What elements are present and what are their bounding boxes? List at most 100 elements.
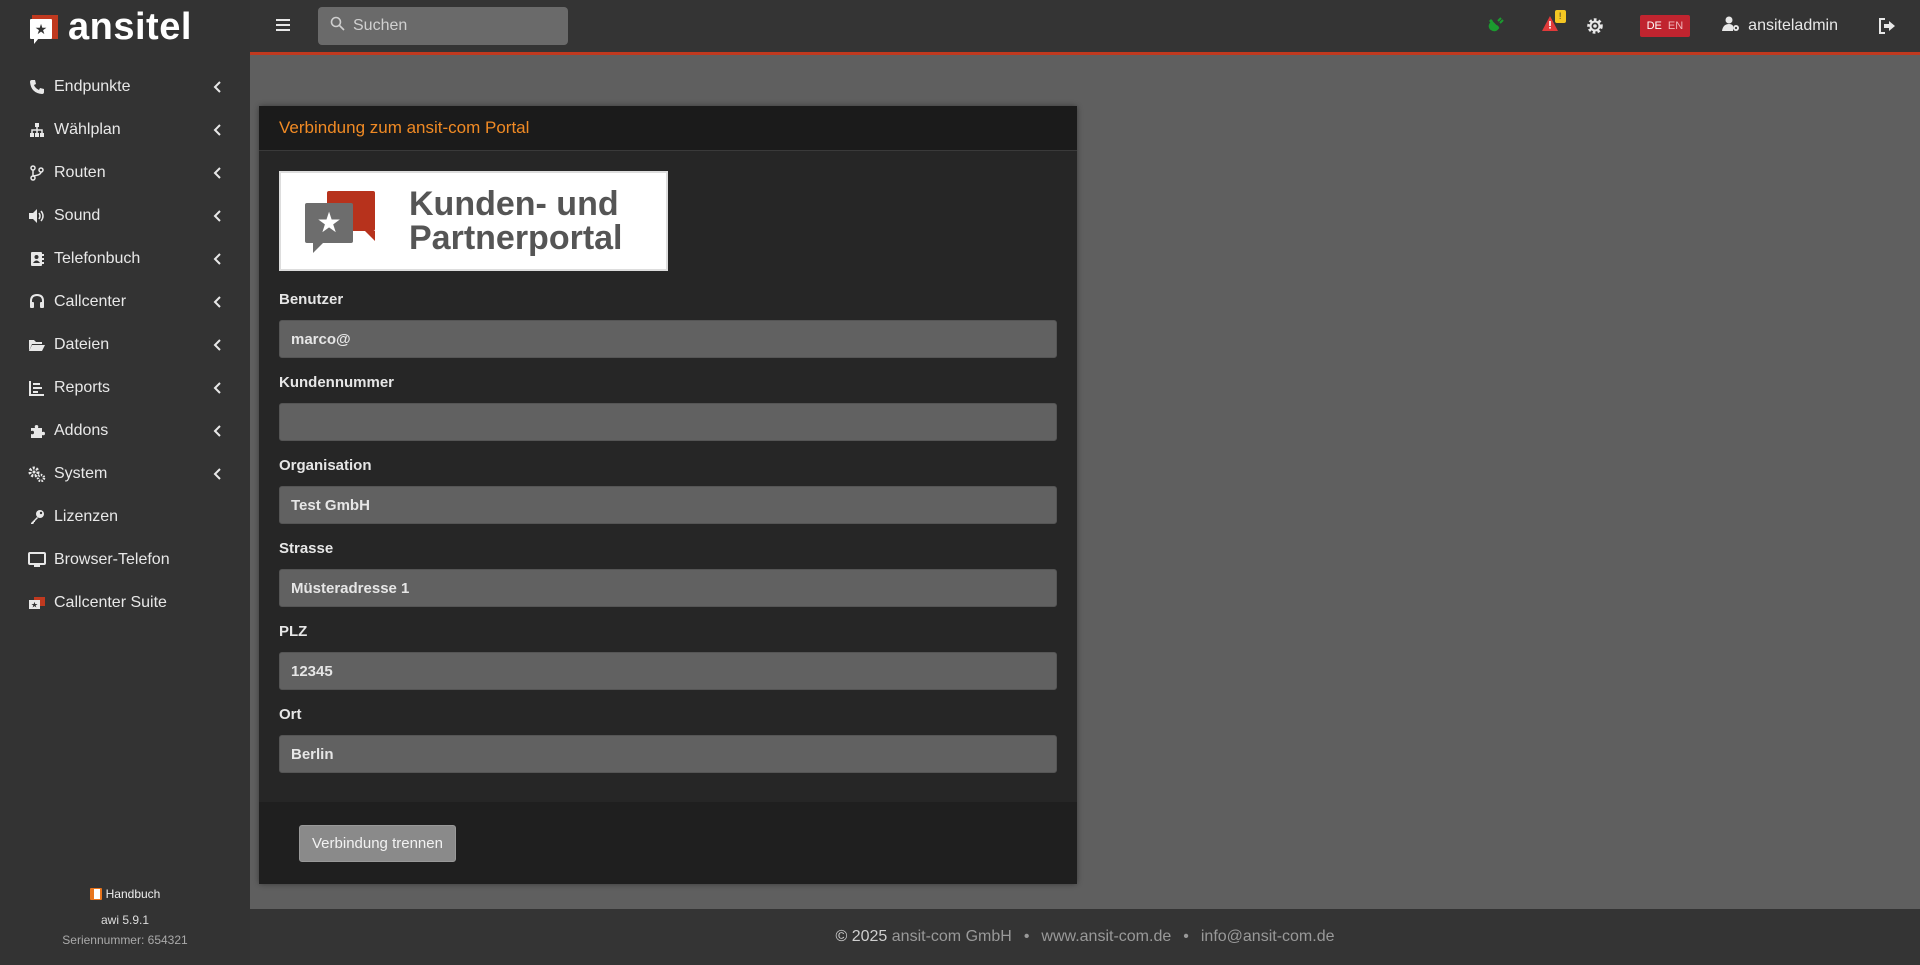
puzzle-icon [28,422,46,440]
sidebar-item-label: Sound [54,206,101,224]
sidebar-item-waehlplan[interactable]: Wählplan [0,108,250,151]
plz-field[interactable] [279,652,1057,690]
sidebar-item-browser-telefon[interactable]: Browser-Telefon [0,538,250,581]
sidebar-item-sound[interactable]: Sound [0,194,250,237]
desktop-icon [28,551,46,569]
sidebar: ★ ansitel Endpunkte Wählplan Routen Soun… [0,0,250,965]
website-link[interactable]: www.ansit-com.de [1041,928,1171,946]
version-text: awi 5.9.1 [100,913,150,927]
strasse-field[interactable] [279,569,1057,607]
chevron-left-icon [212,424,222,438]
svg-text:★: ★ [31,600,38,609]
form-group-benutzer: Benutzer [279,291,1057,358]
sidebar-item-label: Endpunkte [54,77,131,95]
sidebar-item-label: Browser-Telefon [54,550,170,568]
form-group-ort: Ort [279,706,1057,773]
kundennummer-field[interactable] [279,403,1057,441]
username: ansiteladmin [1748,17,1838,34]
page-footer: © 2025 ansit-com GmbH • www.ansit-com.de… [250,909,1920,965]
sidebar-item-reports[interactable]: Reports [0,366,250,409]
form-group-kundennummer: Kundennummer [279,374,1057,441]
sidebar-item-addons[interactable]: Addons [0,409,250,452]
sidebar-item-telefonbuch[interactable]: Telefonbuch [0,237,250,280]
benutzer-label: Benutzer [279,291,344,308]
organisation-field[interactable] [279,486,1057,524]
sidebar-item-callcenter[interactable]: Callcenter [0,280,250,323]
portal-banner-line2: Partnerportal [409,219,623,257]
phone-icon [28,78,46,96]
sidebar-item-label: Wählplan [54,120,121,138]
form-group-strasse: Strasse [279,540,1057,607]
portal-banner-line1: Kunden- und [409,185,619,223]
folder-open-icon [28,336,46,354]
chevron-left-icon [212,252,222,266]
key-icon [28,508,46,526]
footer-copyright: © 2025 ansit-com GmbH [836,928,1012,946]
card-header: Verbindung zum ansit-com Portal [259,106,1077,151]
chevron-left-icon [212,467,222,481]
sidebar-footer: Handbuch awi 5.9.1 Seriennummer: 654321 [0,887,250,947]
sidebar-item-label: Reports [54,378,111,396]
sidebar-item-routen[interactable]: Routen [0,151,250,194]
route-icon [28,164,46,182]
chevron-left-icon [212,80,222,94]
chevron-left-icon [212,295,222,309]
hamburger-menu-icon[interactable] [276,15,296,38]
sidebar-item-label: Dateien [54,335,110,353]
disconnect-button[interactable]: Verbindung trennen [299,824,456,862]
footer-separator: • [1183,928,1189,945]
company-link[interactable]: ansit-com GmbH [892,928,1012,945]
sidebar-item-label: Callcenter [54,292,127,310]
portal-logo-icon: ★ [305,189,377,253]
search-box [318,7,568,45]
ansitel-logo-icon: ★ [30,13,60,44]
brand[interactable]: ★ ansitel [0,0,250,55]
user-cog-icon [1722,16,1740,37]
sidebar-item-label: Telefonbuch [54,249,141,267]
sitemap-icon [28,121,46,139]
sidebar-item-label: System [54,464,108,482]
language-de[interactable]: DE [1644,20,1665,32]
language-switcher[interactable]: DE EN [1639,15,1691,37]
language-en[interactable]: EN [1665,20,1686,32]
plz-label: PLZ [279,623,308,640]
ort-label: Ort [279,706,302,723]
sidebar-item-endpunkte[interactable]: Endpunkte [0,65,250,108]
email-link[interactable]: info@ansit-com.de [1201,928,1335,946]
benutzer-field[interactable] [279,320,1057,358]
sidebar-item-label: Callcenter Suite [54,593,167,611]
headset-icon [28,293,46,311]
footer-separator: • [1023,928,1030,945]
strasse-label: Strasse [279,540,334,557]
alert-badge: ! [1554,10,1566,23]
sidebar-item-callcenter-suite[interactable]: ★ Callcenter Suite [0,581,250,624]
sidebar-item-system[interactable]: System [0,452,250,495]
logout-icon[interactable] [1878,18,1896,34]
sidebar-item-label: Routen [54,163,106,181]
connection-status-icon[interactable] [1486,17,1504,35]
search-icon [330,16,345,36]
serial-number: Seriennummer: 654321 [62,933,188,947]
card-footer: Verbindung trennen [259,802,1077,884]
address-book-icon [28,250,46,268]
chevron-left-icon [212,381,222,395]
book-icon [89,888,102,900]
sidebar-item-dateien[interactable]: Dateien [0,323,250,366]
organisation-label: Organisation [279,457,372,474]
alert-notification[interactable]: ! [1541,10,1566,36]
topbar-actions: ! DE EN ansiteladmin [1486,0,1920,52]
callcenter-suite-icon: ★ [28,594,46,612]
search-input[interactable] [353,17,553,35]
user-menu[interactable]: ansiteladmin [1722,16,1838,37]
chevron-left-icon [212,209,222,223]
form-group-plz: PLZ [279,623,1057,690]
sidebar-nav: Endpunkte Wählplan Routen Sound Telefonb… [0,65,250,624]
card-title: Verbindung zum ansit-com Portal [279,118,530,137]
form-group-organisation: Organisation [279,457,1057,524]
portal-banner: ★ Kunden- und Partnerportal [279,171,668,271]
portal-banner-text: Kunden- und Partnerportal [409,187,623,255]
sidebar-item-lizenzen[interactable]: Lizenzen [0,495,250,538]
ort-field[interactable] [279,735,1057,773]
settings-gear-icon[interactable] [1586,17,1604,35]
handbook-link[interactable]: Handbuch [89,887,160,901]
